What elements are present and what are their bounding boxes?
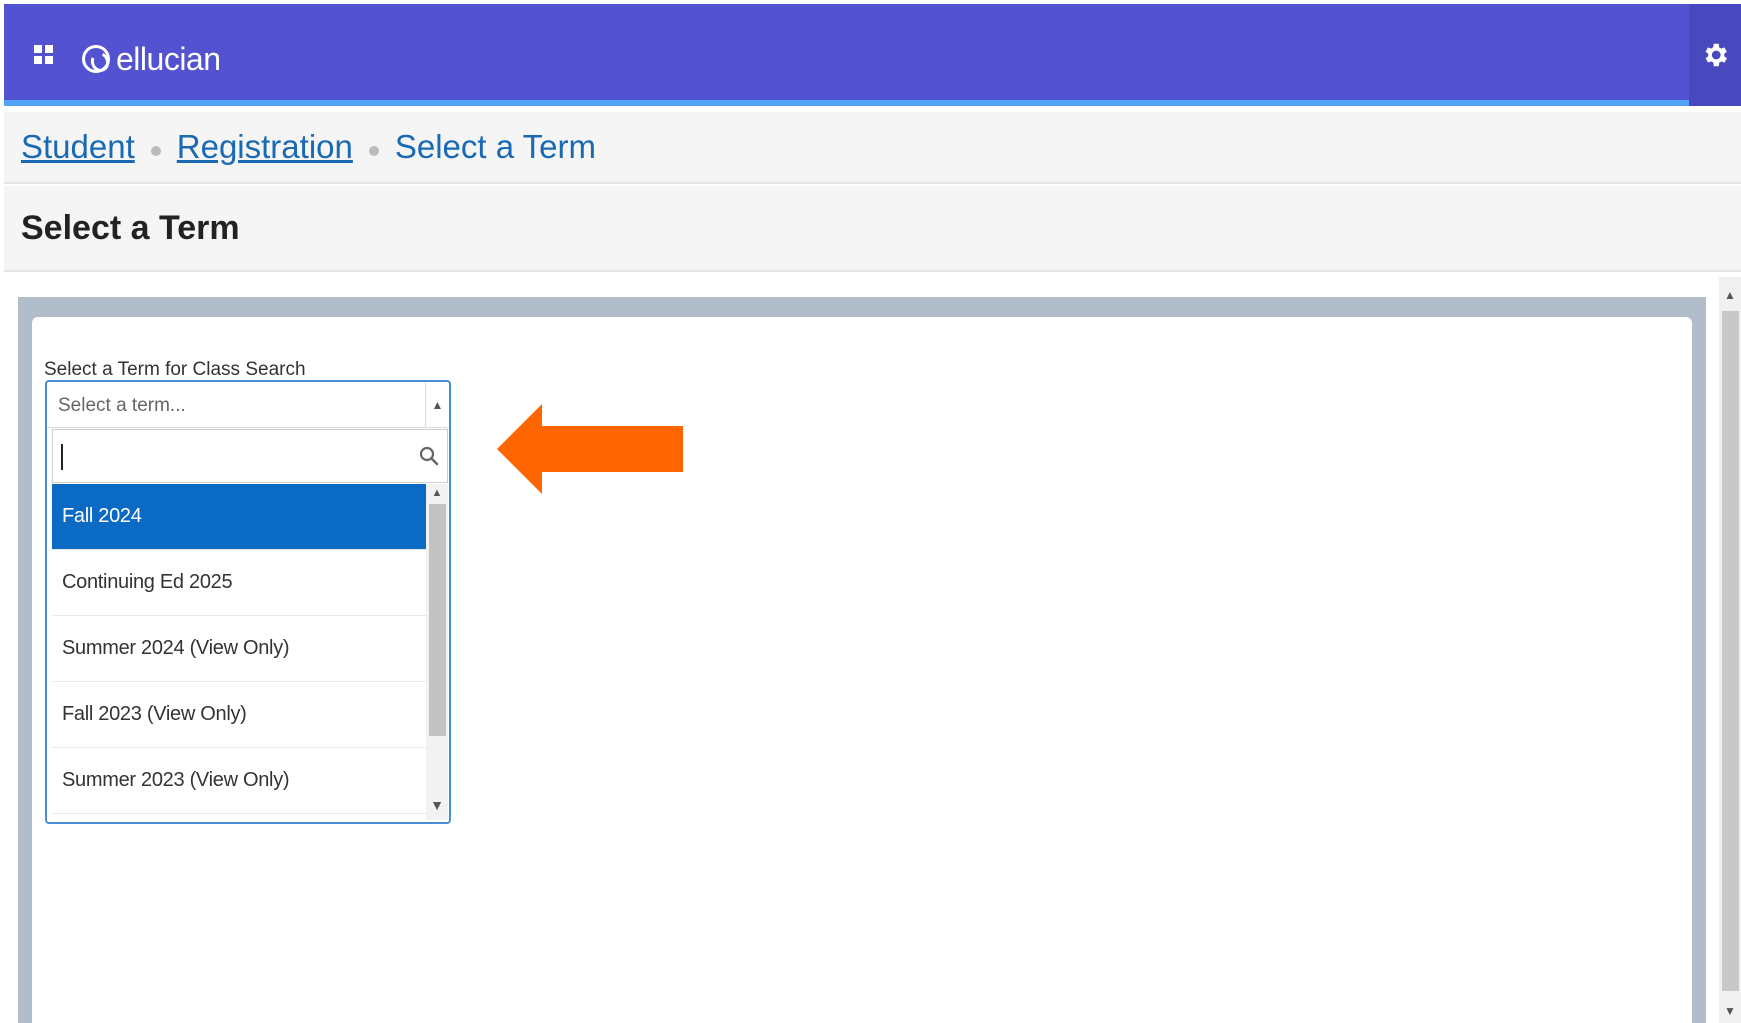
breadcrumb-current: Select a Term [394, 128, 597, 165]
term-options-list: Fall 2024 Continuing Ed 2025 Summer 2024… [52, 484, 426, 820]
page-scroll-up-icon[interactable]: ▲ [1719, 285, 1741, 305]
page-title: Select a Term [21, 208, 240, 247]
content-frame: Select a Term for Class Search Select a … [18, 297, 1706, 1023]
term-search-input[interactable] [53, 430, 413, 482]
gear-icon [1705, 43, 1727, 67]
page-scrollbar[interactable]: ▲ ▼ [1719, 277, 1741, 1023]
term-select-dropdown[interactable]: Select a term... ▲ Fall 2024 Continuing … [45, 380, 451, 824]
text-cursor [61, 444, 63, 470]
ellucian-logo-icon [82, 45, 110, 73]
logo-text: ellucian [116, 40, 221, 77]
options-scrollbar[interactable]: ▲ ▼ [426, 484, 448, 820]
term-search-box [52, 429, 448, 483]
ellucian-logo[interactable]: ellucian [82, 37, 221, 81]
scroll-down-arrow-icon[interactable]: ▼ [426, 796, 448, 814]
page-scroll-down-icon[interactable]: ▼ [1719, 1001, 1741, 1021]
options-scrollbar-thumb[interactable] [429, 504, 446, 736]
grid-apps-icon[interactable] [34, 45, 54, 71]
term-select-label: Select a Term for Class Search [44, 359, 306, 380]
magnifier-icon [419, 446, 439, 466]
term-option-fall-2024[interactable]: Fall 2024 [52, 484, 426, 550]
term-selection-panel: Select a Term for Class Search Select a … [32, 317, 1692, 1023]
chevron-up-icon[interactable]: ▲ [425, 382, 449, 428]
breadcrumb-separator [368, 146, 379, 156]
term-option-fall-2023[interactable]: Fall 2023 (View Only) [52, 682, 426, 748]
breadcrumb-registration[interactable]: Registration [177, 128, 353, 166]
term-select-toggle[interactable]: Select a term... ▲ [47, 382, 449, 428]
breadcrumb: Student Registration Select a Term [4, 112, 1741, 184]
left-arrow-icon [497, 404, 683, 494]
settings-button[interactable] [1689, 4, 1741, 106]
top-nav-bar: ellucian [4, 4, 1741, 106]
page-scrollbar-thumb[interactable] [1722, 311, 1739, 991]
scroll-up-arrow-icon[interactable]: ▲ [426, 484, 448, 502]
term-option-continuing-ed-2025[interactable]: Continuing Ed 2025 [52, 550, 426, 616]
breadcrumb-student[interactable]: Student [21, 128, 135, 166]
term-option-summer-2024[interactable]: Summer 2024 (View Only) [52, 616, 426, 682]
term-select-placeholder: Select a term... [58, 395, 186, 416]
page-title-bar: Select a Term [4, 186, 1741, 272]
term-option-summer-2023[interactable]: Summer 2023 (View Only) [52, 748, 426, 814]
breadcrumb-separator [150, 146, 161, 156]
